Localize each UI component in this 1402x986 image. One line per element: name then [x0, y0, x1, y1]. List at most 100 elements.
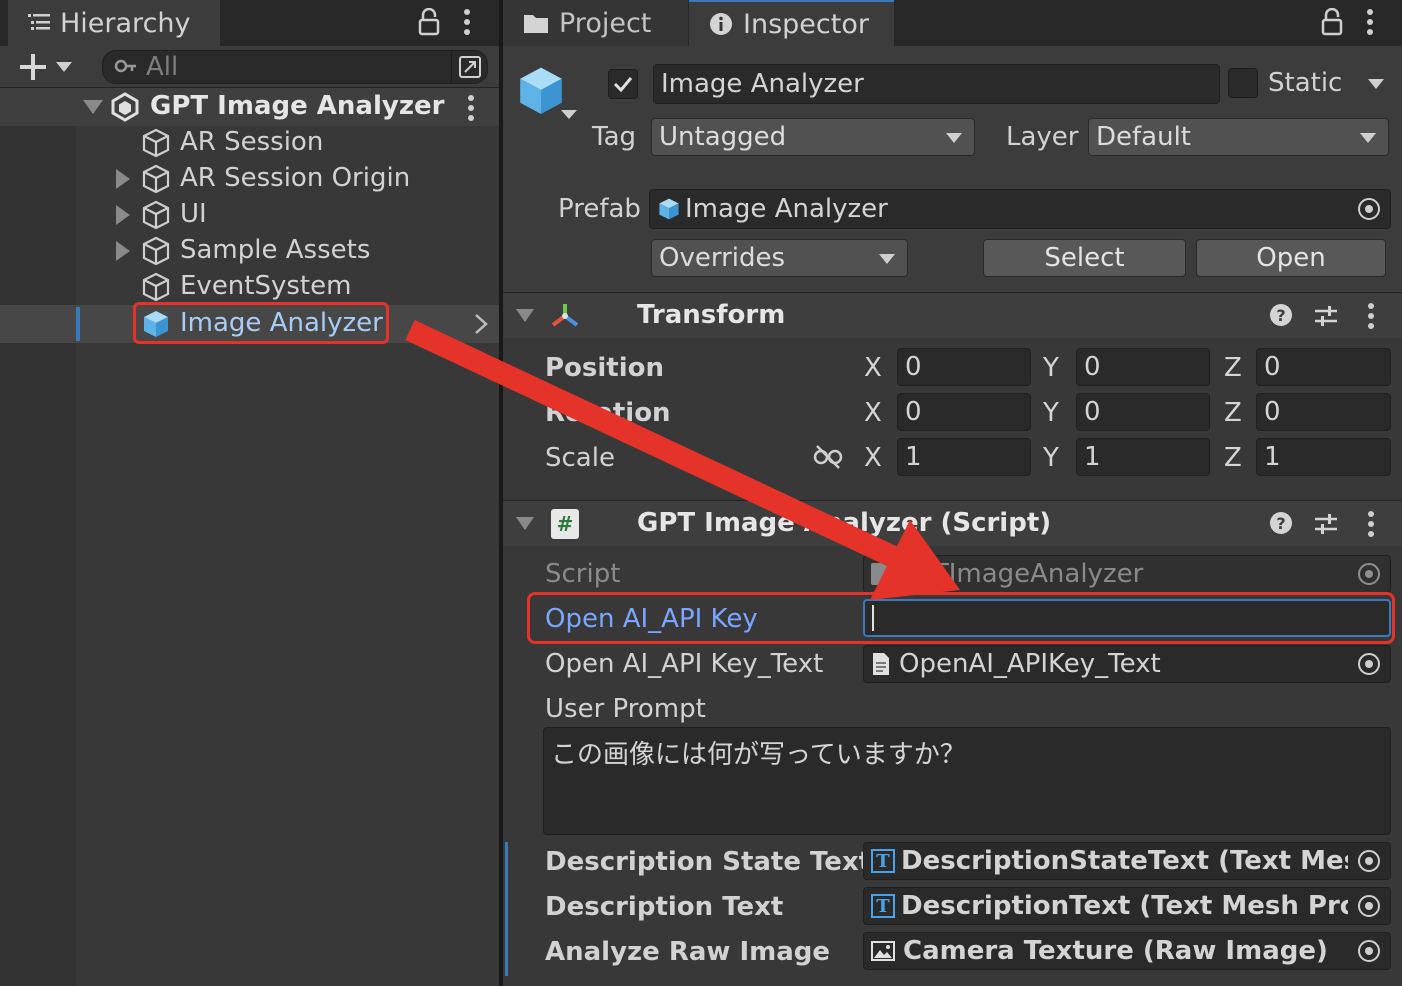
hierarchy-search-input[interactable]: All — [102, 50, 488, 84]
rotation-y-input[interactable]: 0 — [1076, 393, 1210, 431]
transform-header[interactable]: Transform ? — [503, 292, 1402, 338]
object-picker-icon[interactable] — [1358, 940, 1380, 962]
static-dropdown-caret[interactable] — [1368, 79, 1384, 89]
position-z-value: 0 — [1264, 352, 1281, 382]
object-picker-icon[interactable] — [1358, 895, 1380, 917]
user-prompt-textarea[interactable]: この画像には何が写っていますか？ — [543, 727, 1391, 835]
select-button[interactable]: Select — [983, 239, 1186, 277]
position-x-input[interactable]: 0 — [897, 348, 1031, 386]
api-key-input[interactable] — [863, 599, 1391, 637]
transform-title: Transform — [637, 300, 786, 330]
folder-icon — [524, 15, 548, 33]
raw-image-field[interactable]: Camera Texture (Raw Image) — [863, 932, 1391, 970]
scale-y-input[interactable]: 1 — [1076, 438, 1210, 476]
inspector-panel: Project Inspector Image Analyzer Static … — [503, 0, 1402, 986]
tree-item-eventsystem[interactable]: EventSystem — [0, 269, 499, 305]
object-picker-icon[interactable] — [1358, 198, 1380, 220]
api-key-text-label: Open AI_API Key_Text — [545, 649, 824, 679]
api-key-text-field[interactable]: OpenAI_APIKey_Text — [863, 645, 1391, 683]
kebab-menu-icon[interactable] — [1366, 510, 1376, 538]
search-placeholder: All — [146, 52, 179, 82]
object-picker-icon[interactable] — [1358, 653, 1380, 675]
scene-root-label: GPT Image Analyzer — [150, 91, 445, 121]
object-name-input[interactable]: Image Analyzer — [653, 64, 1220, 104]
tree-item-image-analyzer[interactable]: Image Analyzer — [0, 302, 499, 344]
rotation-x-input[interactable]: 0 — [897, 393, 1031, 431]
plus-icon — [20, 54, 46, 80]
open-button[interactable]: Open — [1196, 239, 1386, 277]
tab-inspector[interactable]: Inspector — [689, 0, 894, 46]
override-marker — [505, 842, 508, 976]
help-icon[interactable]: ? — [1269, 303, 1293, 327]
object-picker-icon[interactable] — [1358, 850, 1380, 872]
tree-item-sample-assets[interactable]: Sample Assets — [0, 233, 499, 269]
kebab-menu-icon[interactable] — [1366, 302, 1376, 330]
prefab-label: Prefab — [558, 194, 641, 224]
unlinked-chain-icon[interactable] — [813, 444, 843, 470]
tab-project[interactable]: Project — [503, 0, 688, 46]
preset-sliders-icon[interactable] — [1313, 511, 1339, 537]
tree-item-ui[interactable]: UI — [0, 197, 499, 233]
tree-item-ar-session[interactable]: AR Session — [0, 125, 499, 161]
position-z-input[interactable]: 0 — [1256, 348, 1391, 386]
object-picker-wrap[interactable] — [1348, 888, 1390, 924]
gameobject-cube-icon — [142, 128, 170, 158]
tab-hierarchy[interactable]: Hierarchy — [8, 0, 220, 46]
tree-item-ar-session-origin[interactable]: AR Session Origin — [0, 161, 499, 197]
preset-sliders-icon[interactable] — [1313, 303, 1339, 329]
tab-inspector-label: Inspector — [743, 8, 869, 40]
layer-label: Layer — [1006, 122, 1079, 152]
position-y-input[interactable]: 0 — [1076, 348, 1210, 386]
chevron-right-icon[interactable] — [474, 313, 488, 335]
chevron-down-icon — [879, 254, 895, 264]
scale-label: Scale — [545, 443, 615, 473]
script-component-title: GPT Image Analyzer (Script) — [637, 508, 1052, 538]
hierarchy-tabbar: Hierarchy — [0, 0, 499, 46]
rotation-z-input[interactable]: 0 — [1256, 393, 1391, 431]
desc-state-label: Description State Text — [545, 847, 872, 877]
overrides-dropdown[interactable]: Overrides — [651, 239, 908, 277]
icon-dropdown-caret[interactable] — [561, 110, 577, 119]
scene-picker-icon[interactable] — [451, 51, 487, 83]
kebab-menu-icon[interactable] — [1365, 8, 1375, 43]
scene-root-row[interactable]: GPT Image Analyzer — [0, 88, 499, 126]
lock-icon[interactable] — [1321, 7, 1343, 43]
desc-text-value: DescriptionText (Text Mesh Pro UGUI) — [901, 891, 1390, 921]
static-checkbox[interactable] — [1228, 68, 1258, 98]
kebab-menu-icon[interactable] — [462, 8, 472, 43]
active-checkbox[interactable] — [608, 69, 638, 99]
scale-x-input[interactable]: 1 — [897, 438, 1031, 476]
script-label: Script — [545, 559, 621, 589]
expand-arrow-icon[interactable] — [116, 169, 130, 189]
transform-icon — [551, 304, 579, 327]
expand-arrow-icon[interactable] — [83, 100, 103, 114]
prefab-field[interactable]: Image Analyzer — [649, 189, 1391, 229]
object-picker-wrap[interactable] — [1348, 843, 1390, 879]
gameobject-cube-icon — [142, 164, 170, 194]
layer-value: Default — [1096, 122, 1191, 152]
hierarchy-toolbar: All — [0, 46, 499, 88]
image-icon — [871, 941, 895, 961]
tree-item-label: Sample Assets — [180, 235, 371, 265]
scale-z-value: 1 — [1264, 442, 1281, 472]
axis-z-label: Z — [1224, 353, 1242, 383]
scale-x-value: 1 — [905, 442, 922, 472]
foldout-arrow-icon[interactable] — [516, 517, 534, 530]
lock-icon[interactable] — [418, 7, 440, 43]
layer-dropdown[interactable]: Default — [1088, 118, 1389, 156]
tag-dropdown[interactable]: Untagged — [651, 118, 975, 156]
expand-arrow-icon[interactable] — [116, 205, 130, 225]
kebab-menu-icon[interactable] — [466, 94, 476, 122]
script-component-header[interactable]: # GPT Image Analyzer (Script) ? — [503, 500, 1402, 546]
desc-text-field[interactable]: T DescriptionText (Text Mesh Pro UGUI) — [863, 887, 1391, 925]
axis-y-label: Y — [1043, 398, 1059, 428]
expand-arrow-icon[interactable] — [116, 241, 130, 261]
help-icon[interactable]: ? — [1269, 511, 1293, 535]
tree-item-label: UI — [180, 199, 207, 229]
tree-item-label: EventSystem — [180, 271, 352, 301]
user-prompt-value: この画像には何が写っていますか？ — [551, 740, 966, 770]
foldout-arrow-icon[interactable] — [516, 309, 534, 322]
scale-z-input[interactable]: 1 — [1256, 438, 1391, 476]
add-button[interactable] — [18, 52, 72, 82]
desc-state-field[interactable]: T DescriptionStateText (Text Mesh Pro UG… — [863, 842, 1391, 880]
